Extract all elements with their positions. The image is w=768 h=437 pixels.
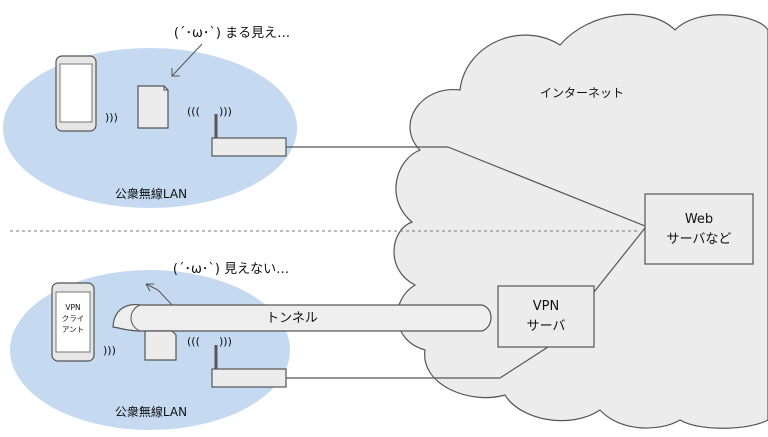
vpn-client-line1: VPN xyxy=(65,303,80,312)
tunnel-label: トンネル xyxy=(266,311,318,326)
peek-caption: (´･ω･`) まる見え… xyxy=(174,26,290,41)
vpn-server-line2: サーバ xyxy=(527,319,566,334)
internet-label: インターネット xyxy=(540,86,624,100)
document-icon xyxy=(137,85,169,129)
top-router-wifi-right-icon: ))) xyxy=(219,105,232,118)
web-server-box: Web サーバなど xyxy=(644,193,754,265)
bottom-network-label: 公衆無線LAN xyxy=(115,404,187,419)
top-network-label: 公衆無線LAN xyxy=(115,186,187,201)
smartphone-icon xyxy=(55,55,97,132)
bottom-router-wifi-left-icon: ((( xyxy=(187,335,200,348)
vpn-server-box: VPN サーバ xyxy=(497,285,595,348)
diagram-canvas: Web サーバなど VPN サーバ インターネット ))) (´･ω･`) まる… xyxy=(3,13,768,430)
vpn-phone-wifi-signal-icon: ))) xyxy=(103,344,116,357)
top-router-wifi-left-icon: ((( xyxy=(187,105,200,118)
bottom-document-icon xyxy=(144,330,177,361)
vpn-client-line3: アント xyxy=(62,325,84,334)
vpn-client-line2: クライ xyxy=(62,314,85,323)
bottom-router-wifi-right-icon: ))) xyxy=(219,335,232,348)
web-server-line2: サーバなど xyxy=(667,232,732,247)
vpn-server-line1: VPN xyxy=(533,299,559,314)
blocked-caption: (´･ω･`) 見えない… xyxy=(173,262,289,277)
vpn-diagram: Web サーバなど VPN サーバ インターネット ))) (´･ω･`) まる… xyxy=(0,0,768,432)
phone-wifi-signal-icon: ))) xyxy=(105,111,118,124)
web-server-line1: Web xyxy=(685,212,713,227)
